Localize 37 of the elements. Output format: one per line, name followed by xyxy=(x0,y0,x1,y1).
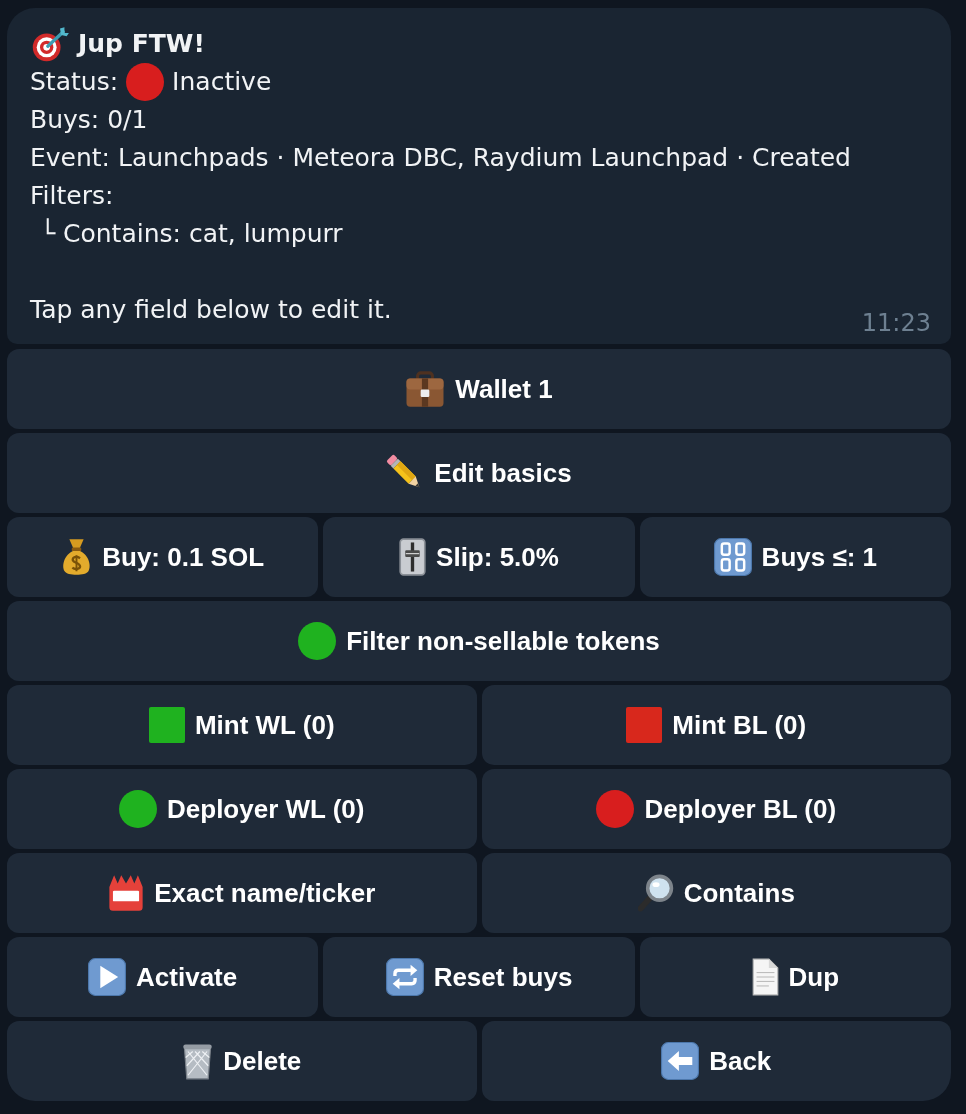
message-line: Event: Launchpads · Meteora DBC, Raydium Launchpad · Created xyxy=(30,142,851,174)
briefcase-icon xyxy=(405,370,446,408)
contains-button[interactable]: Contains xyxy=(481,853,951,933)
slippage-button[interactable]: Slip: 5.0% xyxy=(323,517,635,597)
duplicate-button[interactable]: Dup xyxy=(639,937,951,1017)
trash-icon xyxy=(182,1042,214,1080)
search-icon xyxy=(637,874,674,912)
activate-button[interactable]: Activate xyxy=(7,937,319,1017)
deployer-list-button[interactable]: Deployer BL (0) xyxy=(481,769,951,849)
back-button[interactable]: Back xyxy=(481,1021,951,1101)
exact-name-button[interactable]: Exact name/ticker xyxy=(7,853,477,933)
money-bag-icon xyxy=(61,538,93,576)
reset-buys-button[interactable]: Reset buys xyxy=(323,937,635,1017)
repeat-icon xyxy=(385,958,424,996)
edit-basics-button[interactable]: Edit basics xyxy=(7,433,951,513)
buy-amount-button[interactable]: Buy: 0.1 SOL xyxy=(7,517,319,597)
deployer-list-button[interactable]: Deployer WL (0) xyxy=(7,769,477,849)
mint-list-button[interactable]: Mint WL (0) xyxy=(7,685,477,765)
message-time: 11:23 xyxy=(861,309,931,337)
hint-text: Tap any field below to edit it. xyxy=(30,294,392,326)
buy-limit-button[interactable]: Buys ≤: 1 xyxy=(639,517,951,597)
wallet-button[interactable]: Wallet 1 xyxy=(7,349,951,429)
dart-target-icon xyxy=(30,26,70,62)
message-title: Jup FTW! xyxy=(78,28,205,60)
name-badge-icon xyxy=(108,874,145,912)
mint-list-button[interactable]: Mint BL (0) xyxy=(481,685,951,765)
filter-toggle-button[interactable]: Filter non-sellable tokens xyxy=(7,601,951,681)
filters-label: Filters: xyxy=(30,180,114,212)
document-icon xyxy=(751,958,779,996)
delete-button[interactable]: Delete xyxy=(7,1021,477,1101)
grid-tile-icon xyxy=(713,538,752,576)
play-icon xyxy=(88,958,127,996)
status-label: Status: xyxy=(30,66,119,98)
fader-icon xyxy=(399,538,427,576)
status-value: Inactive xyxy=(172,66,272,98)
filter-item: └ Contains: cat, lumpurr xyxy=(40,217,343,250)
message-line: Buys: 0/1 xyxy=(30,104,148,136)
